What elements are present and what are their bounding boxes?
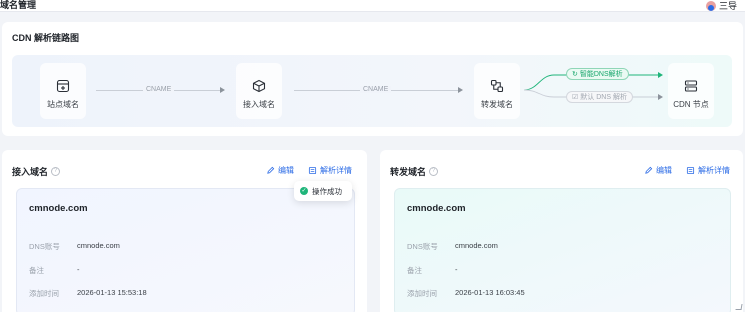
forward-domain-name: cmnode.com <box>407 203 466 214</box>
access-time-row: 添加时间 2026-01-13 15:53:18 <box>29 288 147 299</box>
avatar <box>705 0 716 11</box>
forward-detail-label: 解析详情 <box>698 166 730 175</box>
dns-account-label: DNS账号 <box>29 242 60 251</box>
forward-domain-panel: cmnode.com DNS账号 cmnode.com 备注 - 添加时间 20… <box>394 188 731 312</box>
access-dns-row: DNS账号 cmnode.com <box>29 241 120 252</box>
toast-message: 操作成功 <box>312 186 342 196</box>
access-card-header: 接入域名 ? <box>12 165 61 178</box>
flow-diagram-card: CDN 解析链路图 站点域名 CNAME 接入域名 CNAME 转发域名 ↻ 智… <box>2 22 743 136</box>
access-domain-panel: cmnode.com DNS账号 cmnode.com 备注 - 添加时间 20… <box>16 188 355 312</box>
access-detail-button[interactable]: 解析详情 <box>308 165 352 176</box>
flow-diagram-title: CDN 解析链路图 <box>12 33 79 43</box>
added-time-value: 2026-01-13 15:53:18 <box>77 288 147 297</box>
dns-account-value: cmnode.com <box>77 241 120 250</box>
cube-icon <box>252 79 266 93</box>
site-domain-label: 站点域名 <box>47 100 79 109</box>
cdn-node-label: CDN 节点 <box>673 100 709 109</box>
resize-handle-icon[interactable] <box>735 304 743 310</box>
forward-detail-button[interactable]: 解析详情 <box>686 165 730 176</box>
dns-account-label: DNS账号 <box>407 242 438 251</box>
document-icon <box>308 166 317 175</box>
forward-note-row: 备注 - <box>407 265 458 276</box>
site-domain-node <box>40 63 86 119</box>
cname-label-2: CNAME <box>360 86 392 93</box>
cdn-node <box>668 63 714 119</box>
access-domain-card: 接入域名 ? 编辑 解析详情 cmnode.com DNS账号 cmnode.c… <box>2 150 367 312</box>
forward-icon <box>490 79 504 93</box>
info-icon[interactable]: ? <box>51 167 61 176</box>
forward-edit-label: 编辑 <box>656 166 672 175</box>
arrow-head-icon <box>220 87 225 93</box>
user-name: 三导 <box>718 1 737 11</box>
access-card-title: 接入域名 <box>12 167 49 177</box>
access-edit-button[interactable]: 编辑 <box>266 165 294 176</box>
success-check-icon: ✓ <box>300 187 308 195</box>
top-bar: 域名管理 三导 <box>0 0 745 12</box>
access-domain-name: cmnode.com <box>29 203 88 214</box>
check-box-icon: ☑ <box>572 94 579 101</box>
smart-dns-branch: ↻ 智能DNS解析 <box>566 68 629 80</box>
added-time-label: 添加时间 <box>29 289 59 298</box>
forward-domain-node <box>474 63 520 119</box>
user-menu[interactable]: 三导 <box>705 0 737 12</box>
info-icon[interactable]: ? <box>429 167 439 176</box>
smart-dns-label: 智能DNS解析 <box>579 71 623 78</box>
access-card-actions: 编辑 解析详情 <box>266 165 352 176</box>
default-dns-branch: ☑ 默认 DNS 解析 <box>566 91 633 103</box>
dns-account-value: cmnode.com <box>455 241 498 250</box>
access-domain-node <box>236 63 282 119</box>
forward-domain-card: 转发域名 ? 编辑 解析详情 cmnode.com DNS账号 cmnode.c… <box>380 150 743 312</box>
server-icon <box>684 80 698 92</box>
edit-icon <box>267 166 275 174</box>
site-icon <box>56 79 70 93</box>
access-domain-label: 接入域名 <box>243 100 275 109</box>
page-title: 域名管理 <box>0 0 37 10</box>
flow-diagram: 站点域名 CNAME 接入域名 CNAME 转发域名 ↻ 智能DNS解析 ☑ 默… <box>12 55 732 127</box>
forward-card-title: 转发域名 <box>390 167 427 177</box>
note-value: - <box>455 265 458 274</box>
note-value: - <box>77 265 80 274</box>
arrow-head-icon <box>458 87 463 93</box>
forward-card-header: 转发域名 ? <box>390 165 439 178</box>
access-detail-label: 解析详情 <box>320 166 352 175</box>
note-label: 备注 <box>407 266 422 275</box>
default-dns-label: 默认 DNS 解析 <box>580 94 627 101</box>
edit-icon <box>645 166 653 174</box>
cname-label-1: CNAME <box>143 86 175 93</box>
success-toast: ✓ 操作成功 <box>294 181 352 201</box>
forward-card-actions: 编辑 解析详情 <box>644 165 730 176</box>
added-time-label: 添加时间 <box>407 289 437 298</box>
access-note-row: 备注 - <box>29 265 80 276</box>
forward-edit-button[interactable]: 编辑 <box>644 165 672 176</box>
added-time-value: 2026-01-13 16:03:45 <box>455 288 525 297</box>
forward-time-row: 添加时间 2026-01-13 16:03:45 <box>407 288 525 299</box>
forward-dns-row: DNS账号 cmnode.com <box>407 241 498 252</box>
note-label: 备注 <box>29 266 44 275</box>
document-icon <box>686 166 695 175</box>
refresh-icon: ↻ <box>572 71 578 78</box>
access-edit-label: 编辑 <box>278 166 294 175</box>
